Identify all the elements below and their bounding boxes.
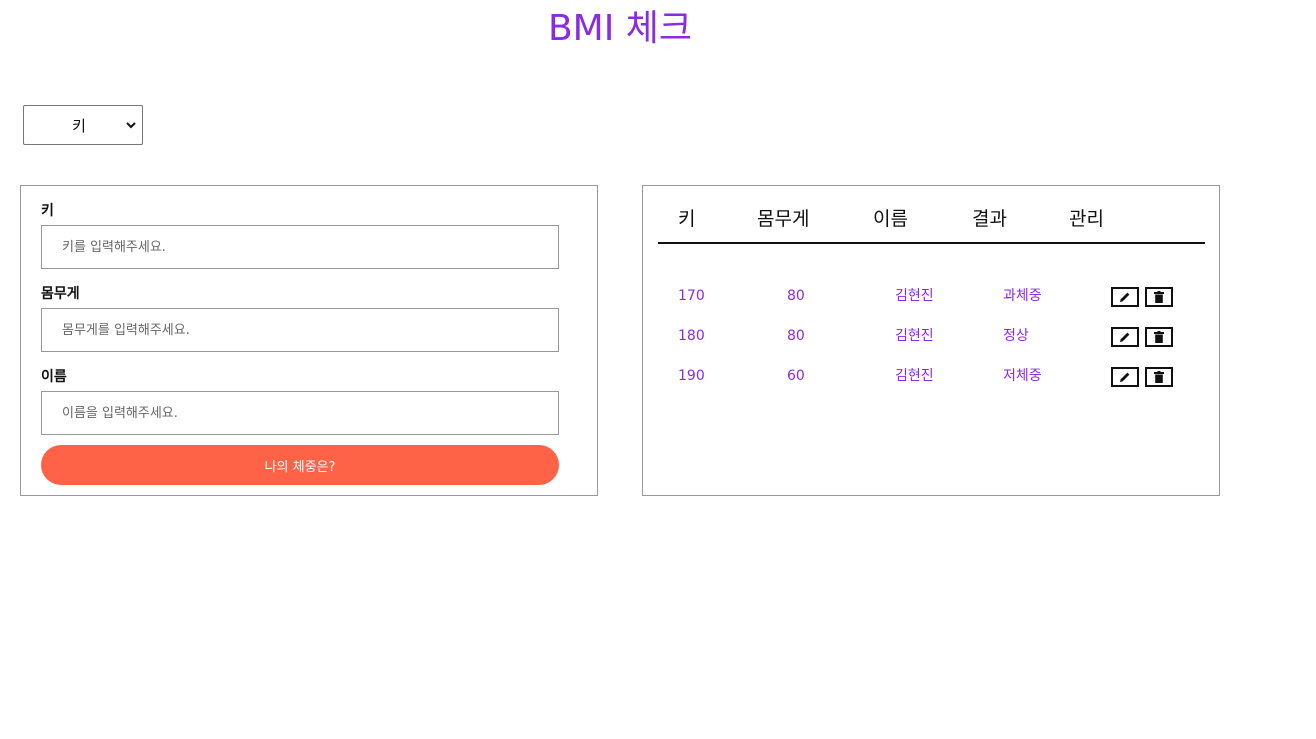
cell-result: 과체중: [1003, 288, 1042, 304]
cell-height: 180: [678, 328, 705, 344]
table-row: 180 80 김현진 정상: [643, 326, 1219, 350]
cell-height: 170: [678, 288, 705, 304]
cell-name: 김현진: [895, 368, 934, 384]
weight-input[interactable]: [41, 308, 559, 352]
cell-name: 김현진: [895, 328, 934, 344]
trash-icon: [1154, 331, 1164, 343]
col-head-weight: 몸무게: [757, 208, 810, 230]
pencil-icon: [1120, 372, 1130, 382]
col-head-height: 키: [678, 208, 696, 230]
page: BMI 체크 키 키 몸무게 이름 나의 체중은? 키 몸무게 이름 결과 관리…: [0, 0, 1316, 739]
height-label: 키: [41, 203, 54, 219]
page-title: BMI 체크: [547, 8, 693, 49]
col-head-result: 결과: [972, 208, 1007, 230]
list-header: 키 몸무게 이름 결과 관리: [658, 186, 1205, 244]
delete-button[interactable]: [1145, 287, 1173, 307]
name-label: 이름: [41, 369, 67, 385]
height-input[interactable]: [41, 225, 559, 269]
sort-select[interactable]: 키: [23, 105, 143, 145]
edit-button[interactable]: [1111, 287, 1139, 307]
edit-button[interactable]: [1111, 327, 1139, 347]
trash-icon: [1154, 291, 1164, 303]
sort-select-value: 키: [72, 116, 86, 135]
delete-button[interactable]: [1145, 367, 1173, 387]
submit-button[interactable]: 나의 체중은?: [41, 445, 559, 485]
table-row: 170 80 김현진 과체중: [643, 286, 1219, 310]
chevron-down-icon: [120, 121, 142, 129]
cell-result: 저체중: [1003, 368, 1042, 384]
pencil-icon: [1120, 332, 1130, 342]
weight-label: 몸무게: [41, 286, 80, 302]
cell-name: 김현진: [895, 288, 934, 304]
cell-height: 190: [678, 368, 705, 384]
edit-button[interactable]: [1111, 367, 1139, 387]
cell-weight: 80: [787, 328, 805, 344]
delete-button[interactable]: [1145, 327, 1173, 347]
col-head-manage: 관리: [1069, 208, 1104, 230]
cell-weight: 60: [787, 368, 805, 384]
table-row: 190 60 김현진 저체중: [643, 366, 1219, 390]
bmi-list: 키 몸무게 이름 결과 관리 170 80 김현진 과체중 180 80 김현진…: [642, 185, 1220, 496]
trash-icon: [1154, 371, 1164, 383]
name-input[interactable]: [41, 391, 559, 435]
cell-result: 정상: [1003, 328, 1029, 344]
col-head-name: 이름: [873, 208, 908, 230]
pencil-icon: [1120, 292, 1130, 302]
cell-weight: 80: [787, 288, 805, 304]
bmi-form: 키 몸무게 이름 나의 체중은?: [20, 185, 598, 496]
